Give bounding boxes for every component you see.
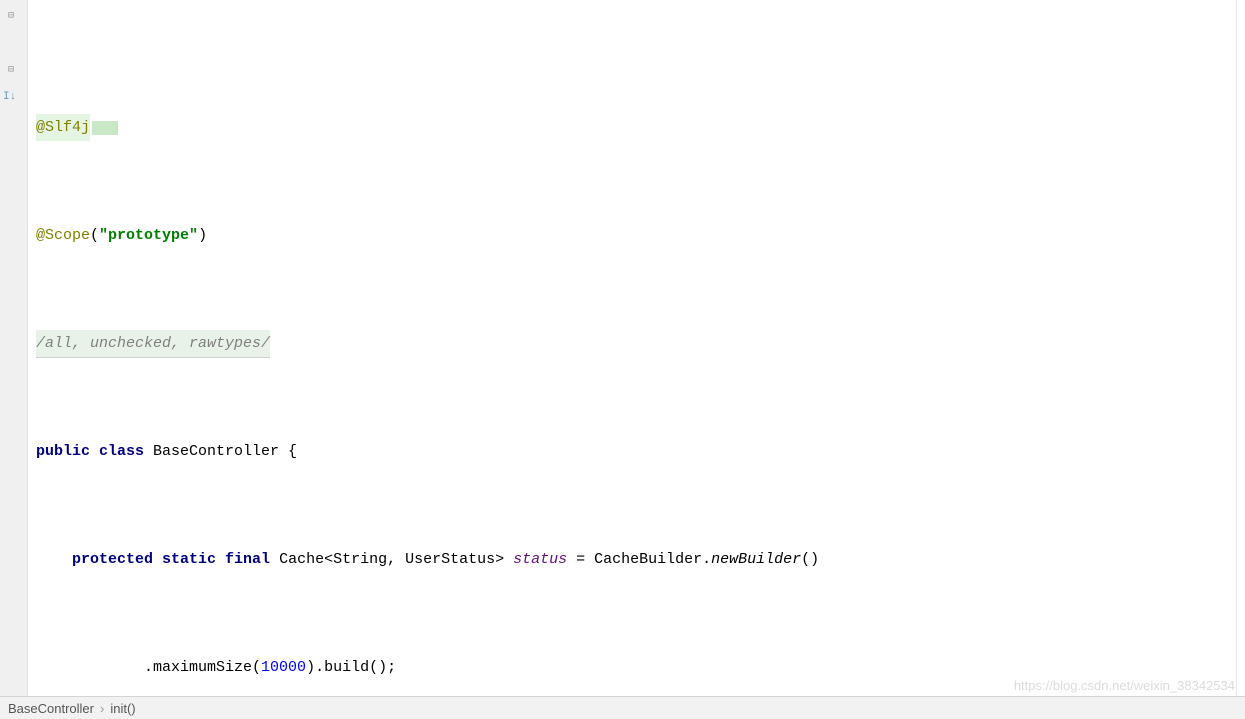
fold-icon[interactable]: ⊟ xyxy=(8,10,20,22)
code-line[interactable]: public class BaseController { xyxy=(36,438,1241,465)
breadcrumb-bar: BaseController › init() xyxy=(0,696,1245,719)
highlight-marker xyxy=(92,121,118,135)
code-line[interactable]: .maximumSize(10000).build(); xyxy=(36,654,1241,681)
breadcrumb-item[interactable]: init() xyxy=(110,701,135,716)
code-line[interactable]: @Scope("prototype") xyxy=(36,222,1241,249)
code-line[interactable]: @Slf4j xyxy=(36,114,1241,141)
fold-icon[interactable]: ⊟ xyxy=(8,64,20,76)
breadcrumb-separator-icon: › xyxy=(100,701,104,716)
editor-gutter: ⊟ ⊟ I↓ xyxy=(0,0,28,696)
code-line[interactable]: /all, unchecked, rawtypes/ xyxy=(36,330,1241,357)
implements-icon[interactable]: I↓ xyxy=(3,91,15,103)
breadcrumb-item[interactable]: BaseController xyxy=(8,701,94,716)
code-editor[interactable]: ⊟ ⊟ I↓ @Slf4j @Scope("prototype") /all, … xyxy=(0,0,1245,696)
right-margin-line xyxy=(1236,0,1237,696)
code-content[interactable]: @Slf4j @Scope("prototype") /all, uncheck… xyxy=(28,0,1245,696)
code-line[interactable]: protected static final Cache<String, Use… xyxy=(36,546,1241,573)
